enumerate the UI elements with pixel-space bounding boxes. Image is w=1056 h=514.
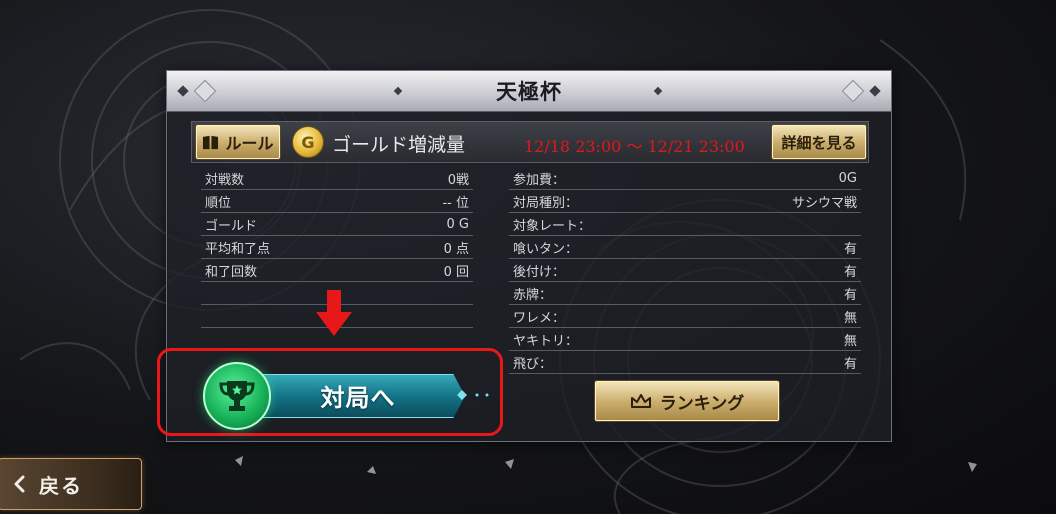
rule-row: 対局種別： サシウマ戦	[509, 190, 861, 213]
rule-value: 有	[843, 241, 857, 257]
rule-label: ワレメ：	[513, 310, 566, 326]
trophy-icon	[203, 362, 271, 430]
header-diamond-right	[869, 85, 881, 97]
rule-row: 喰いタン： 有	[509, 236, 861, 259]
book-icon	[203, 135, 219, 149]
rules-list: 参加費： 0G 対局種別： サシウマ戦 対象レート： 喰いタン： 有 後付け： …	[509, 167, 861, 374]
rule-row: 赤牌： 有	[509, 282, 861, 305]
coin-symbol: G	[301, 132, 315, 152]
arrow-down-icon	[316, 290, 352, 336]
stat-value: 0戦	[447, 172, 469, 188]
rule-label: 飛び：	[513, 356, 553, 372]
header-diamond-mid-right	[653, 86, 663, 96]
rule-row: ヤキトリ： 無	[509, 328, 861, 351]
rule-value: 有	[843, 287, 857, 303]
battle-button-tail	[457, 390, 489, 400]
back-button-label: 戻る	[39, 473, 83, 498]
back-button[interactable]: 戻る	[0, 458, 142, 510]
stat-value: 0 回	[443, 264, 469, 280]
rule-button[interactable]: ルール	[196, 125, 280, 159]
stat-row: 順位 -- 位	[201, 190, 473, 213]
rule-label: 参加費：	[513, 172, 566, 188]
battle-button-label: 対局へ	[320, 384, 396, 412]
header-diamond-left	[177, 85, 189, 97]
stat-value: 0 G	[446, 216, 469, 232]
rule-value: 無	[843, 333, 857, 349]
stat-value: 0 点	[443, 241, 469, 257]
stat-row: 平均和了点 0 点	[201, 236, 473, 259]
event-name: ゴールド増減量	[332, 134, 466, 156]
stat-row: 和了回数 0 回	[201, 259, 473, 282]
stat-label: 平均和了点	[205, 241, 271, 257]
rule-label: 赤牌：	[513, 287, 553, 303]
rule-value: 有	[843, 264, 857, 280]
stat-label: 順位	[205, 195, 232, 211]
header-diamond-left-2	[193, 79, 217, 103]
rule-label: 対象レート：	[513, 218, 592, 234]
battle-button[interactable]: 対局へ	[203, 362, 489, 430]
crown-icon	[630, 394, 651, 408]
rule-label: ヤキトリ：	[513, 333, 579, 349]
rule-row: 対象レート：	[509, 213, 861, 236]
battle-button-highlight: 対局へ	[157, 348, 503, 436]
header-diamond-mid-left	[393, 86, 403, 96]
chevron-left-icon	[14, 475, 25, 493]
stat-label: ゴールド	[205, 218, 258, 234]
ranking-button[interactable]: ランキング	[595, 381, 779, 421]
ranking-button-label: ランキング	[659, 393, 745, 414]
rule-label: 後付け：	[513, 264, 566, 280]
event-period: 12/18 23:00 ～ 12/21 23:00	[524, 137, 745, 156]
event-info-bar: ルール G ゴールド増減量 12/18 23:00 ～ 12/21 23:00 …	[191, 121, 869, 163]
detail-button[interactable]: 詳細を見る	[772, 125, 866, 159]
stat-label: 対戦数	[205, 172, 245, 188]
rule-label: 対局種別：	[513, 195, 579, 211]
stat-value: -- 位	[442, 195, 469, 211]
panel-header: 天極杯	[167, 71, 891, 112]
rule-value: サシウマ戦	[791, 195, 857, 211]
detail-button-label: 詳細を見る	[781, 133, 857, 152]
rule-value: 0G	[838, 170, 857, 186]
rule-value: 有	[843, 356, 857, 372]
stat-row: 対戦数 0戦	[201, 167, 473, 190]
page-title: 天極杯	[496, 80, 562, 104]
rule-value: 無	[843, 310, 857, 326]
rule-label: 喰いタン：	[513, 241, 579, 257]
header-diamond-right-2	[841, 79, 865, 103]
gold-coin-icon: G	[292, 126, 324, 158]
rule-row: 参加費： 0G	[509, 167, 861, 190]
rule-row: 飛び： 有	[509, 351, 861, 374]
stat-row: ゴールド 0 G	[201, 213, 473, 236]
rule-row: 後付け： 有	[509, 259, 861, 282]
rule-row: ワレメ： 無	[509, 305, 861, 328]
rule-button-label: ルール	[225, 134, 274, 153]
stat-label: 和了回数	[205, 264, 258, 280]
